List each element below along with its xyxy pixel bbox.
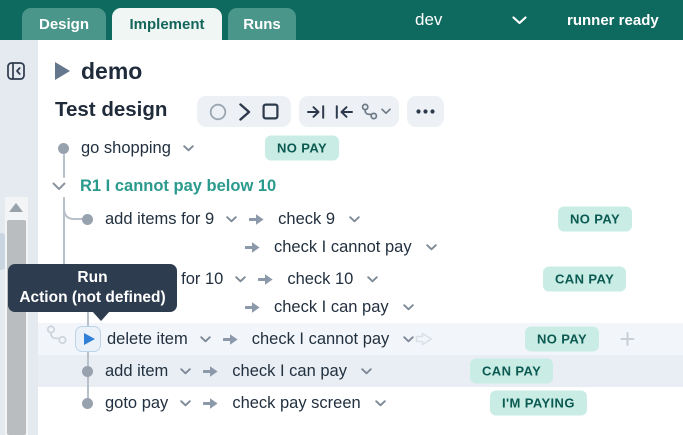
state-badge[interactable]: NO PAY bbox=[265, 136, 339, 161]
section-title: Test design bbox=[55, 98, 167, 122]
play-icon bbox=[84, 333, 95, 345]
toolbar-more bbox=[407, 96, 444, 127]
test-header: demo bbox=[55, 56, 142, 86]
chevron-down-icon[interactable] bbox=[235, 276, 246, 283]
tab-implement[interactable]: Implement bbox=[112, 8, 222, 40]
check-label[interactable]: check I cannot pay bbox=[252, 330, 390, 349]
run-step-button[interactable] bbox=[75, 326, 101, 352]
chevron-down-icon[interactable] bbox=[180, 368, 191, 375]
step-bullet bbox=[58, 143, 69, 154]
chevron-down-icon bbox=[381, 108, 391, 115]
step-bullet bbox=[82, 398, 93, 409]
test-title: demo bbox=[81, 58, 142, 85]
action-label[interactable]: goto pay bbox=[105, 394, 168, 413]
tab-runs[interactable]: Runs bbox=[228, 8, 296, 40]
tree-row-add-items-9[interactable]: add items for 9 check 9 NO PAY bbox=[38, 205, 683, 233]
run-test-icon[interactable] bbox=[55, 62, 70, 80]
chevron-down-icon[interactable] bbox=[349, 216, 360, 223]
chevron-down-icon[interactable] bbox=[426, 244, 437, 251]
tooltip-subtitle: Action (not defined) bbox=[19, 288, 165, 308]
tree-row-goto-pay[interactable]: goto pay check pay screen I'M PAYING bbox=[38, 387, 683, 419]
state-badge[interactable]: NO PAY bbox=[558, 207, 632, 232]
check-label[interactable]: check I can pay bbox=[274, 298, 389, 317]
collapse-panel-icon[interactable] bbox=[7, 62, 25, 80]
tree-row-rule-group[interactable]: R1 I cannot pay below 10 bbox=[38, 172, 683, 200]
top-bar: Design Implement Runs dev runner ready bbox=[0, 0, 683, 40]
tooltip-title: Run bbox=[77, 268, 107, 288]
chevron-down-icon[interactable] bbox=[403, 304, 414, 311]
step-bullet bbox=[82, 214, 93, 225]
action-label[interactable]: add items for 9 bbox=[105, 210, 214, 229]
scrollbar-track[interactable] bbox=[5, 197, 28, 435]
tree-row-subcheck[interactable]: check I cannot pay bbox=[38, 233, 683, 261]
check-label[interactable]: check I can pay bbox=[232, 362, 347, 381]
run-to-end-icon[interactable] bbox=[307, 104, 326, 120]
check-label[interactable]: check 9 bbox=[278, 210, 335, 229]
state-badge[interactable]: CAN PAY bbox=[543, 267, 626, 292]
scroll-up-arrow-icon[interactable] bbox=[9, 203, 23, 212]
environment-selector[interactable]: dev bbox=[415, 0, 442, 40]
arrow-right-icon bbox=[245, 301, 261, 314]
arrow-right-outline-icon bbox=[415, 332, 434, 347]
left-sidebar bbox=[0, 40, 38, 435]
tab-design[interactable]: Design bbox=[22, 8, 106, 40]
rule-group-label[interactable]: R1 I cannot pay below 10 bbox=[80, 177, 276, 196]
scrollbar-thumb[interactable] bbox=[7, 220, 26, 435]
play-icon[interactable] bbox=[239, 103, 251, 121]
state-badge[interactable]: I'M PAYING bbox=[490, 391, 587, 416]
more-dots-icon[interactable] bbox=[416, 109, 435, 114]
chevron-down-icon[interactable] bbox=[512, 16, 527, 25]
arrow-right-icon bbox=[258, 273, 274, 286]
state-badge[interactable]: NO PAY bbox=[525, 327, 599, 352]
chevron-down-icon[interactable] bbox=[403, 336, 414, 343]
chevron-down-icon[interactable] bbox=[52, 182, 66, 191]
action-label[interactable]: go shopping bbox=[81, 139, 171, 158]
arrow-right-icon bbox=[203, 397, 219, 410]
test-design-panel: demo Test design bbox=[38, 40, 683, 435]
step-bullet bbox=[82, 366, 93, 377]
action-label[interactable]: add item bbox=[105, 362, 168, 381]
arrow-right-icon bbox=[245, 241, 261, 254]
tree-row-add-item[interactable]: add item check I can pay CAN PAY bbox=[38, 355, 683, 387]
tree-row-go-shopping[interactable]: go shopping NO PAY bbox=[38, 134, 683, 162]
state-badge[interactable]: CAN PAY bbox=[470, 359, 553, 384]
branch-menu[interactable] bbox=[361, 103, 391, 120]
toolbar-step-controls bbox=[299, 96, 399, 127]
chevron-down-icon[interactable] bbox=[180, 400, 191, 407]
check-label[interactable]: check I cannot pay bbox=[274, 238, 412, 257]
stop-square-icon[interactable] bbox=[262, 103, 279, 120]
runner-status: runner ready bbox=[567, 0, 659, 40]
check-label[interactable]: check 10 bbox=[287, 270, 353, 289]
add-step-icon[interactable] bbox=[620, 332, 635, 347]
arrow-right-icon bbox=[249, 213, 265, 226]
record-circle-icon[interactable] bbox=[209, 103, 227, 121]
toolbar-run-controls bbox=[197, 96, 291, 127]
tooltip: Run Action (not defined) bbox=[8, 264, 177, 312]
action-label[interactable]: delete item bbox=[107, 330, 188, 349]
chevron-down-icon[interactable] bbox=[375, 400, 386, 407]
chevron-down-icon[interactable] bbox=[226, 216, 237, 223]
chevron-down-icon[interactable] bbox=[183, 145, 194, 152]
chevron-down-icon[interactable] bbox=[361, 368, 372, 375]
arrow-right-icon bbox=[223, 333, 239, 346]
chevron-down-icon[interactable] bbox=[367, 276, 378, 283]
chevron-down-icon[interactable] bbox=[200, 336, 211, 343]
arrow-right-icon bbox=[203, 365, 219, 378]
run-to-start-icon[interactable] bbox=[334, 104, 353, 120]
tree-row-delete-item[interactable]: delete item check I cannot pay NO PAY bbox=[38, 323, 683, 355]
check-label[interactable]: check pay screen bbox=[232, 394, 360, 413]
branch-icon bbox=[361, 103, 378, 120]
